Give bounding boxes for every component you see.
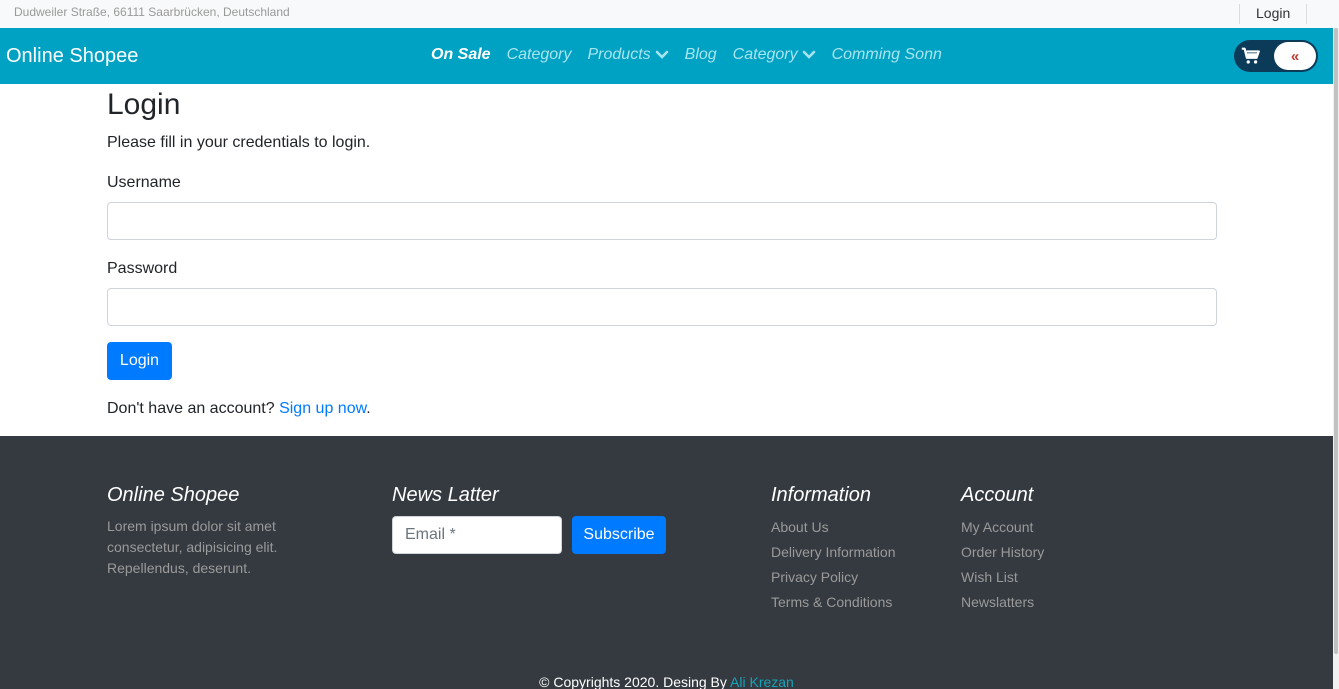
nav-item-label: On Sale <box>431 46 491 63</box>
nav-item-label: Comming Sonn <box>831 46 942 63</box>
footer-link-newsletters[interactable]: Newslatters <box>961 593 1044 618</box>
footer-link-my-account[interactable]: My Account <box>961 518 1044 543</box>
login-submit-button[interactable]: Login <box>107 342 172 380</box>
nav-item-on-sale[interactable]: On Sale <box>431 46 491 64</box>
footer-link-about-us[interactable]: About Us <box>771 518 896 543</box>
cart-button-group: « <box>1234 40 1318 72</box>
newsletter-email-input[interactable] <box>392 516 562 554</box>
nav-item-category[interactable]: Category <box>507 46 572 64</box>
footer-link-terms-conditions[interactable]: Terms & Conditions <box>771 593 896 618</box>
nav-item-label: Products <box>587 46 651 63</box>
page-scrollbar[interactable] <box>1333 28 1339 689</box>
chevron-down-icon <box>655 50 668 59</box>
footer-account-list: My Account Order History Wish List Newsl… <box>961 518 1044 618</box>
footer-about-heading: Online Shopee <box>107 484 240 506</box>
password-input[interactable] <box>107 288 1217 326</box>
username-label: Username <box>107 174 181 191</box>
username-input[interactable] <box>107 202 1217 240</box>
footer-link-delivery-information[interactable]: Delivery Information <box>771 543 896 568</box>
site-footer: Online Shopee Lorem ipsum dolor sit amet… <box>0 436 1333 689</box>
signup-link[interactable]: Sign up now <box>279 400 366 417</box>
footer-about-text: Lorem ipsum dolor sit amet consectetur, … <box>107 518 278 576</box>
nav-item-coming-soon[interactable]: Comming Sonn <box>832 46 942 64</box>
nav-item-category-dropdown[interactable]: Category <box>733 46 816 64</box>
brand-logo[interactable]: Online Shopee <box>6 45 138 68</box>
footer-account-heading: Account <box>961 484 1034 506</box>
login-instructions: Please fill in your credentials to login… <box>107 134 371 151</box>
top-login-link[interactable]: Login <box>1239 4 1308 24</box>
nav-item-label: Blog <box>684 46 717 63</box>
copyright-line: © Copyrights 2020. Desing By Ali Krezan <box>0 674 1333 689</box>
footer-information-list: About Us Delivery Information Privacy Po… <box>771 518 896 618</box>
nav-item-blog[interactable]: Blog <box>685 46 717 64</box>
cart-icon[interactable] <box>1240 45 1262 67</box>
signup-suffix: . <box>366 400 371 417</box>
scrollbar-thumb[interactable] <box>1334 28 1338 654</box>
store-address: Dudweiler Straße, 66111 Saarbrücken, Deu… <box>14 5 290 19</box>
page-title: Login <box>107 88 181 121</box>
nav-item-label: Category <box>506 46 572 63</box>
footer-link-privacy-policy[interactable]: Privacy Policy <box>771 568 896 593</box>
footer-link-order-history[interactable]: Order History <box>961 543 1044 568</box>
author-link[interactable]: Ali Krezan <box>730 674 794 689</box>
signup-prompt-line: Don't have an account? Sign up now. <box>107 400 371 418</box>
nav-menu: On Sale Category Products Blog Category … <box>431 46 958 64</box>
main-navbar: Online Shopee On Sale Category Products … <box>0 28 1333 84</box>
chevron-down-icon <box>802 50 815 59</box>
signup-prompt-text: Don't have an account? <box>107 400 275 417</box>
top-info-bar: Dudweiler Straße, 66111 Saarbrücken, Deu… <box>0 0 1339 28</box>
copyright-text: © Copyrights 2020. Desing By <box>539 674 727 689</box>
footer-newsletter-heading: News Latter <box>392 484 499 506</box>
sidebar-toggle-button[interactable]: « <box>1274 42 1316 70</box>
footer-information-heading: Information <box>771 484 872 506</box>
subscribe-button[interactable]: Subscribe <box>572 516 666 554</box>
password-label: Password <box>107 260 178 277</box>
nav-item-label: Category <box>732 46 798 63</box>
nav-item-products[interactable]: Products <box>588 46 669 64</box>
footer-link-wish-list[interactable]: Wish List <box>961 568 1044 593</box>
